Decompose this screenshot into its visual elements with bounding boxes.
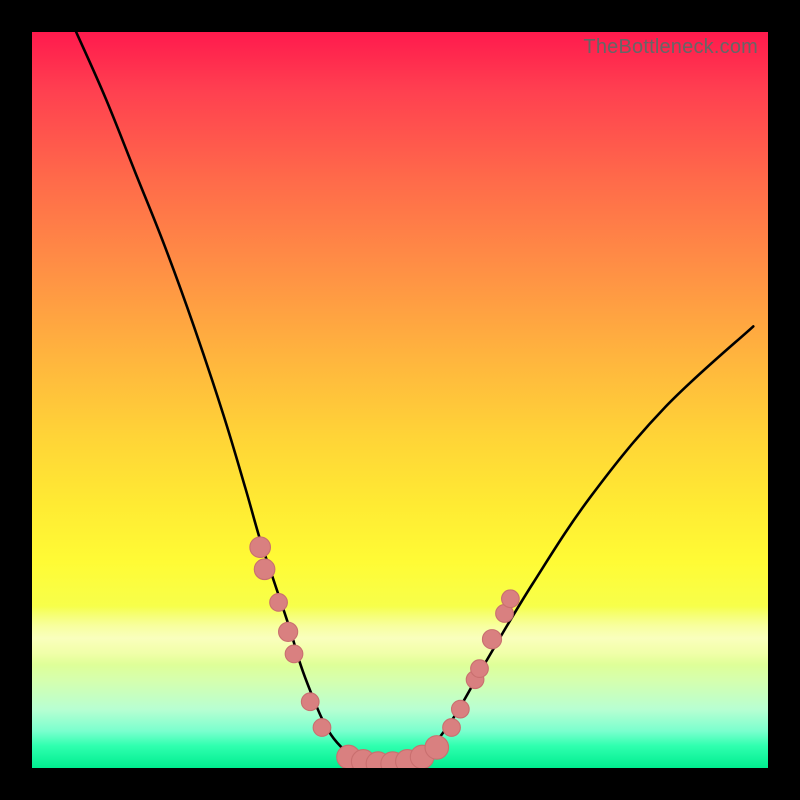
watermark-text: TheBottleneck.com xyxy=(583,36,758,59)
curve-markers xyxy=(250,537,519,768)
curve-marker xyxy=(313,719,331,737)
curve-marker xyxy=(279,622,298,641)
curve-marker xyxy=(250,537,271,558)
plot-area: TheBottleneck.com xyxy=(32,32,768,768)
curve-marker xyxy=(254,559,275,580)
bottleneck-curve xyxy=(76,32,753,765)
curve-marker xyxy=(443,719,461,737)
curve-marker xyxy=(301,693,319,711)
curve-marker xyxy=(425,736,449,760)
curve-marker xyxy=(471,660,489,678)
curve-marker xyxy=(502,590,520,608)
chart-frame: TheBottleneck.com xyxy=(0,0,800,800)
curve-marker xyxy=(270,594,288,612)
curve-layer xyxy=(32,32,768,768)
curve-marker xyxy=(452,700,470,718)
curve-marker xyxy=(285,645,303,663)
curve-marker xyxy=(482,630,501,649)
